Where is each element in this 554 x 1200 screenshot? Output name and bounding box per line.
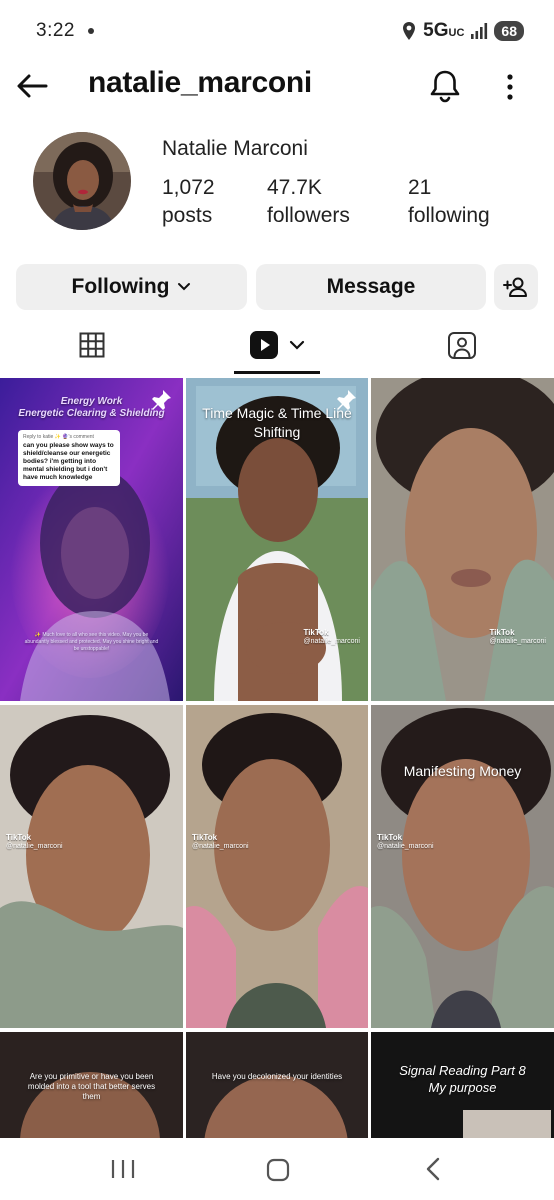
add-friend-button[interactable] (494, 264, 538, 310)
post-tile[interactable]: Time Magic & Time Line Shifting TikTok @… (186, 378, 368, 701)
post-title: Manifesting Money (403, 763, 522, 779)
pin-icon (152, 390, 171, 410)
notification-dot-icon (88, 28, 94, 34)
post-tile[interactable]: TikTok @natalie_marconi (0, 705, 183, 1028)
post-tile[interactable]: TikTok @natalie_marconi (371, 378, 554, 701)
status-time: 3:22 (36, 20, 75, 41)
tiktok-watermark: TikTok @natalie_marconi (303, 628, 360, 646)
reels-grid: Energy Work Energetic Clearing & Shieldi… (0, 378, 554, 1138)
tab-reels[interactable] (234, 322, 320, 368)
tiktok-watermark: TikTok @natalie_marconi (377, 833, 434, 851)
post-tile[interactable]: TikTok @natalie_marconi (186, 705, 368, 1028)
chevron-down-icon (289, 340, 305, 350)
tiktok-watermark: TikTok @natalie_marconi (192, 833, 249, 851)
tiktok-handle: @natalie_marconi (6, 843, 63, 850)
profile-header: natalie_marconi (0, 62, 554, 110)
stat-posts-value: 1,072 (162, 176, 215, 199)
post-title: Time Magic & Time Line Shifting (202, 405, 352, 440)
tiktok-label: TikTok (489, 628, 515, 637)
tiktok-handle: @natalie_marconi (377, 843, 434, 850)
post-title: Are you primitive or have you been molde… (27, 1072, 156, 1101)
bell-icon[interactable] (428, 68, 462, 104)
post-title: Have you decolonized your identities (211, 1072, 343, 1081)
pin-icon (337, 390, 356, 410)
post-tile[interactable]: Energy Work Energetic Clearing & Shieldi… (0, 378, 183, 701)
following-button-label: Following (71, 275, 170, 298)
comment-reply-card: Reply to katie ✨ 🔮's comment can you ple… (18, 430, 120, 486)
post-tile[interactable]: Signal Reading Part 8 My purpose (371, 1032, 554, 1138)
status-indicators: 5GUC 68 (401, 18, 524, 44)
system-nav-bar (0, 1138, 554, 1200)
comment-text: can you please show ways to shield/clean… (23, 442, 114, 481)
stat-followers-label: followers (267, 204, 350, 227)
grid-icon (79, 332, 105, 358)
reels-play-icon (250, 331, 278, 359)
tiktok-label: TikTok (377, 833, 403, 842)
stat-posts-label: posts (162, 204, 213, 227)
stat-posts[interactable]: 1,072 posts (162, 174, 215, 230)
tiktok-handle: @natalie_marconi (192, 843, 249, 850)
post-caption: ✨ Much love to all who see this video. M… (24, 632, 159, 652)
tiktok-label: TikTok (192, 833, 218, 842)
post-tile[interactable]: Have you decolonized your identities (186, 1032, 368, 1138)
tab-tagged[interactable] (410, 322, 514, 368)
tiktok-handle: @natalie_marconi (303, 638, 360, 645)
tab-active-indicator (234, 371, 320, 374)
avatar[interactable] (33, 132, 131, 230)
tab-grid[interactable] (40, 322, 144, 368)
stat-following[interactable]: 21 following (408, 174, 490, 230)
reply-to-label: Reply to katie ✨ 🔮's comment (23, 434, 94, 440)
stat-following-value: 21 (408, 176, 432, 199)
post-title: Signal Reading Part 8 My purpose (399, 1063, 526, 1095)
location-icon (403, 22, 416, 40)
arrow-left-icon[interactable] (14, 68, 50, 104)
tiktok-watermark: TikTok @natalie_marconi (6, 833, 63, 851)
recent-apps-icon[interactable] (110, 1158, 136, 1180)
signal-icon (471, 23, 488, 39)
tiktok-watermark: TikTok @natalie_marconi (489, 628, 546, 646)
profile-username: natalie_marconi (88, 66, 312, 99)
tiktok-label: TikTok (303, 628, 329, 637)
following-button[interactable]: Following (16, 264, 247, 310)
chevron-down-icon (178, 283, 191, 291)
back-nav-icon[interactable] (424, 1156, 442, 1182)
tiktok-handle: @natalie_marconi (489, 638, 546, 645)
battery-indicator: 68 (494, 21, 524, 41)
tiktok-label: TikTok (6, 833, 32, 842)
post-tile[interactable]: Manifesting Money TikTok @natalie_marcon… (371, 705, 554, 1028)
add-person-icon (503, 277, 527, 297)
profile-display-name: Natalie Marconi (162, 137, 308, 160)
stat-followers-value: 47.7K (267, 176, 322, 199)
message-button[interactable]: Message (256, 264, 486, 310)
post-tile[interactable]: Are you primitive or have you been molde… (0, 1032, 183, 1138)
stat-following-label: following (408, 204, 490, 227)
status-bar: 3:22 5GUC 68 (0, 0, 554, 62)
home-icon[interactable] (266, 1158, 290, 1182)
more-vertical-icon[interactable] (498, 68, 522, 104)
tagged-person-icon (448, 332, 476, 359)
stat-followers[interactable]: 47.7K followers (267, 174, 350, 230)
network-indicator: 5GUC (423, 20, 465, 41)
message-button-label: Message (326, 275, 416, 298)
